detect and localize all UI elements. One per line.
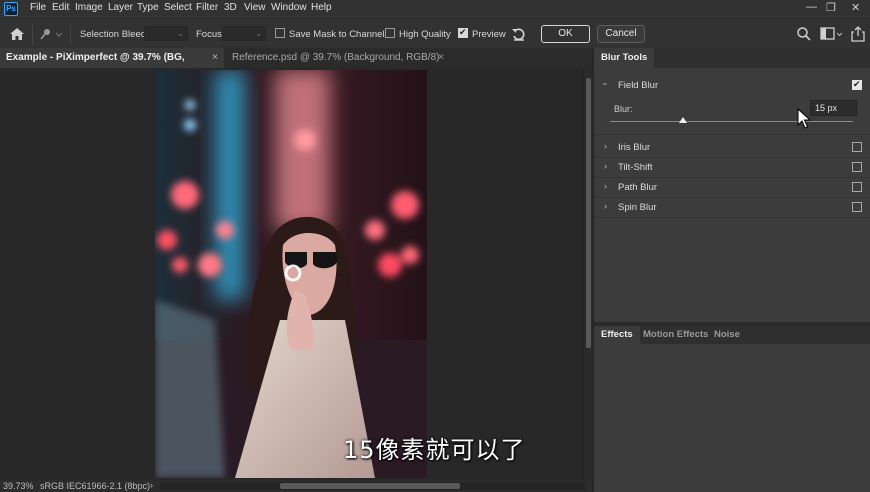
chevron-right-icon[interactable]: ›	[604, 161, 607, 171]
tab-noise[interactable]: Noise	[707, 326, 747, 344]
selection-bleed-dropdown[interactable]: ⌄	[144, 26, 188, 41]
mouse-cursor-icon	[797, 107, 812, 130]
document-image[interactable]	[155, 70, 427, 478]
tilt-shift-row[interactable]: › Tilt-Shift	[594, 158, 870, 178]
preview-label: Preview	[472, 29, 506, 40]
path-blur-label: Path Blur	[618, 182, 658, 193]
menu-view[interactable]: View	[244, 2, 266, 13]
color-profile: sRGB IEC61966-2.1 (8bpc)	[40, 481, 151, 491]
focus-label: Focus:	[196, 29, 225, 40]
blur-amount-input[interactable]: 15 px	[810, 100, 857, 116]
panel-tab-bar: Blur Tools	[594, 48, 870, 68]
tab-motion-effects[interactable]: Motion Effects	[636, 326, 715, 344]
menu-window[interactable]: Window	[271, 2, 307, 13]
tab-blur-tools[interactable]: Blur Tools	[594, 48, 655, 68]
spin-blur-checkbox[interactable]	[852, 202, 862, 212]
menu-filter[interactable]: Filter	[196, 2, 218, 13]
tab-label: Reference.psd @ 39.7% (Background, RGB/8…	[232, 52, 440, 63]
minimize-icon[interactable]: —	[806, 1, 817, 13]
field-blur-label: Field Blur	[618, 80, 659, 91]
path-blur-row[interactable]: › Path Blur	[594, 178, 870, 198]
restore-icon[interactable]: ❐	[826, 1, 836, 14]
ok-button[interactable]: OK	[541, 25, 590, 43]
menu-help[interactable]: Help	[311, 2, 332, 13]
field-blur-section: › Field Blur Blur: 15 px	[594, 76, 870, 135]
tab-close-icon[interactable]: ×	[438, 48, 444, 68]
tab-effects[interactable]: Effects	[594, 326, 640, 344]
chevron-right-icon[interactable]: ›	[604, 141, 607, 151]
blur-tools-panel: Blur Tools › Field Blur Blur: 15 px › Ir…	[593, 48, 870, 492]
status-menu-arrow[interactable]: ›	[150, 480, 153, 490]
horizontal-scrollbar[interactable]	[160, 482, 585, 490]
tilt-shift-label: Tilt-Shift	[618, 162, 653, 173]
tab-example-piximperfect[interactable]: Example - PiXimperfect @ 39.7% (BG, RGB/…	[0, 48, 224, 83]
workspace-icon[interactable]	[820, 26, 844, 42]
blur-slider-thumb[interactable]	[678, 117, 687, 123]
tab-close-icon[interactable]: ×	[212, 48, 218, 68]
status-bar: 39.73% sRGB IEC61966-2.1 (8bpc) ›	[0, 480, 592, 492]
focus-dropdown[interactable]: ⌄	[222, 26, 266, 41]
menu-bar: Ps File Edit Image Layer Type Select Fil…	[0, 0, 870, 18]
chevron-right-icon[interactable]: ›	[604, 181, 607, 191]
menu-file[interactable]: File	[30, 2, 46, 13]
share-icon[interactable]	[850, 25, 866, 43]
options-bar: Selection Bleed: ⌄ Focus: ⌄ Save Mask to…	[0, 18, 870, 49]
menu-edit[interactable]: Edit	[52, 2, 69, 13]
video-subtitle: 15像素就可以了	[343, 436, 526, 464]
preview-checkbox[interactable]	[458, 27, 468, 38]
menu-type[interactable]: Type	[137, 2, 159, 13]
chevron-right-icon[interactable]: ›	[604, 201, 607, 211]
spin-blur-label: Spin Blur	[618, 202, 657, 213]
tilt-shift-checkbox[interactable]	[852, 162, 862, 172]
iris-blur-label: Iris Blur	[618, 142, 651, 153]
tab-reference[interactable]: Reference.psd @ 39.7% (Background, RGB/8…	[226, 48, 448, 68]
close-window-icon[interactable]: ✕	[851, 1, 860, 14]
menu-3d[interactable]: 3D	[224, 2, 237, 13]
home-icon[interactable]	[8, 25, 26, 43]
blur-amount-label: Blur:	[614, 104, 633, 114]
path-blur-checkbox[interactable]	[852, 182, 862, 192]
pin-tool-icon[interactable]	[38, 26, 64, 42]
chevron-down-icon[interactable]: ›	[601, 83, 611, 86]
selection-bleed-label: Selection Bleed:	[80, 29, 149, 40]
photoshop-logo-icon: Ps	[4, 2, 18, 16]
high-quality-label: High Quality	[399, 29, 451, 40]
zoom-level[interactable]: 39.73%	[3, 481, 34, 491]
cancel-button[interactable]: Cancel	[597, 25, 645, 43]
document-tab-bar: Example - PiXimperfect @ 39.7% (BG, RGB/…	[0, 48, 592, 83]
iris-blur-checkbox[interactable]	[852, 142, 862, 152]
high-quality-checkbox[interactable]	[385, 28, 395, 38]
blur-slider-track[interactable]	[610, 121, 853, 122]
save-mask-label: Save Mask to Channels	[289, 29, 390, 40]
field-blur-checkbox[interactable]	[852, 79, 862, 90]
search-icon[interactable]	[796, 26, 812, 42]
effects-tab-bar: Effects Motion Effects Noise	[594, 326, 870, 344]
menu-select[interactable]: Select	[164, 2, 192, 13]
reset-icon[interactable]	[510, 25, 528, 43]
menu-image[interactable]: Image	[75, 2, 103, 13]
menu-layer[interactable]: Layer	[108, 2, 133, 13]
save-mask-checkbox[interactable]	[275, 28, 285, 38]
spin-blur-row[interactable]: › Spin Blur	[594, 198, 870, 218]
iris-blur-row[interactable]: › Iris Blur	[594, 138, 870, 158]
